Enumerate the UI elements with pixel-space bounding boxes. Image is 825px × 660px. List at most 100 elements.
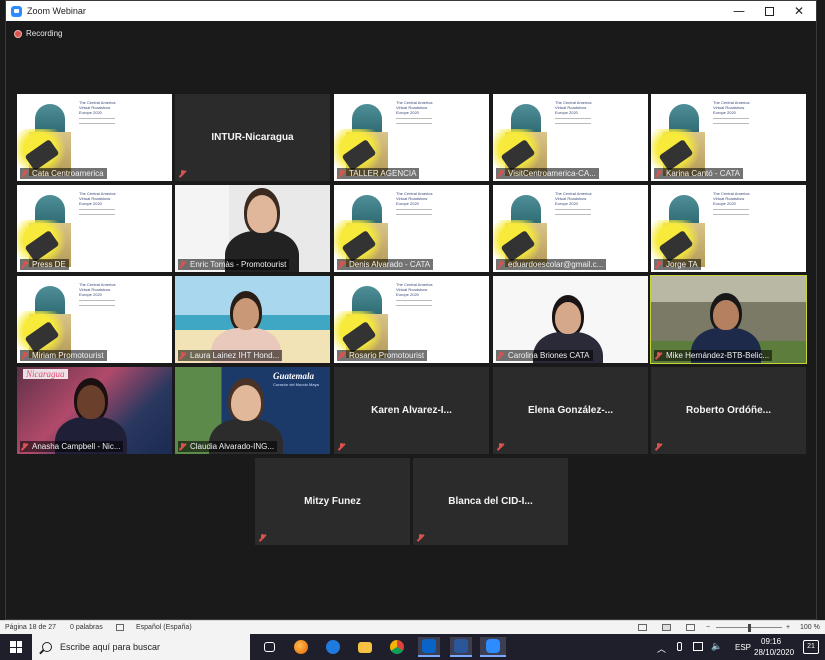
participant-tile[interactable]: Roberto Ordóñe... [651, 367, 806, 454]
participant-name-label: Anasha Campbell - Nic... [20, 441, 124, 452]
participant-tile[interactable]: Enric Tomàs - Promotourist [175, 185, 330, 272]
participant-name-label: Enric Tomàs - Promotourist [178, 259, 290, 270]
file-explorer-taskbar-app[interactable] [354, 637, 376, 657]
participant-tile[interactable]: The Central America Virtual Roadshow Europ… [17, 276, 172, 363]
participant-name: Blanca del CID-I... [448, 496, 533, 507]
proofing-icon[interactable] [116, 624, 124, 631]
muted-mic-icon [179, 261, 186, 268]
recording-icon [14, 29, 22, 38]
title-bar: Zoom Webinar — ✕ [6, 1, 816, 21]
participant-name-label: TALLER AGENCIA [337, 168, 420, 179]
zoom-icon [486, 639, 500, 653]
participant-name-label: Claudia Alvarado-ING... [178, 441, 278, 452]
participant-tile[interactable]: Elena González-... [493, 367, 648, 454]
search-placeholder: Escribe aquí para buscar [60, 642, 161, 652]
muted-mic-icon [21, 261, 28, 268]
clock-time[interactable]: 09:16 [761, 637, 781, 646]
poster-text-line3: Europe 2020 [79, 110, 102, 115]
participant-tile[interactable]: The Central America Virtual Roadshow Europ… [651, 185, 806, 272]
windows-logo-icon [10, 641, 22, 653]
muted-mic-icon [497, 170, 504, 177]
read-mode-icon[interactable] [638, 624, 647, 631]
notification-center-button[interactable]: 21 [803, 640, 819, 654]
page-count[interactable]: Página 18 de 27 [5, 624, 56, 631]
poster-text-line3: Europe 2020 [396, 110, 419, 115]
language-indicator[interactable]: Español (España) [136, 624, 192, 631]
muted-mic-icon [179, 443, 186, 450]
firefox-icon [294, 640, 308, 654]
maximize-button[interactable] [754, 1, 784, 21]
participant-name-label: VisitCentroamerica-CA... [496, 168, 599, 179]
participant-tile[interactable]: Karen Alvarez-I... [334, 367, 489, 454]
clock-date[interactable]: 28/10/2020 [754, 648, 794, 657]
microphone-icon[interactable] [677, 642, 682, 651]
chevron-up-icon[interactable]: ︿ [657, 642, 666, 655]
maximize-icon [764, 6, 774, 16]
participant-tile[interactable]: Guatemala Corazón del Mundo Maya Claudia A… [175, 367, 330, 454]
word-taskbar-app[interactable] [450, 637, 472, 657]
participant-tile[interactable]: The Central America Virtual Roadshow Europ… [493, 185, 648, 272]
participant-tile[interactable]: The Central America Virtual Roadshow Europ… [334, 276, 489, 363]
participant-tile[interactable]: Blanca del CID-I... [413, 458, 568, 545]
muted-mic-icon [655, 352, 662, 359]
participant-name: Mitzy Funez [304, 496, 361, 507]
participant-tile[interactable]: The Central America Virtual Roadshow Europ… [17, 94, 172, 181]
muted-mic-icon [21, 443, 28, 450]
search-icon [42, 642, 52, 652]
poster-text-line3: Europe 2020 [396, 201, 419, 206]
participant-name-label: Mike Hernández-BTB-Belic... [654, 350, 773, 361]
edge-taskbar-app[interactable] [322, 637, 344, 657]
start-button[interactable] [0, 634, 32, 660]
participant-name-label: Cata Centroamerica [20, 168, 107, 179]
poster-text-line3: Europe 2020 [79, 292, 102, 297]
participant-tile[interactable]: Mike Hernández-BTB-Belic... [650, 275, 807, 364]
participant-tile[interactable]: Laura Lainez IHT Hond... [175, 276, 330, 363]
recording-indicator[interactable]: Recording [14, 29, 62, 38]
participant-tile[interactable]: Carolina Briones CATA [493, 276, 648, 363]
zoom-app-icon [11, 5, 22, 17]
word-count[interactable]: 0 palabras [70, 624, 103, 631]
participant-name: Elena González-... [527, 405, 614, 416]
zoom-out-button[interactable]: − [706, 624, 710, 631]
participant-tile[interactable]: The Central America Virtual Roadshow Europ… [334, 185, 489, 272]
participant-name-label: Carolina Briones CATA [496, 350, 593, 361]
participant-tile[interactable]: The Central America Virtual Roadshow Europ… [493, 94, 648, 181]
firefox-taskbar-app[interactable] [290, 637, 312, 657]
close-button[interactable]: ✕ [784, 1, 814, 21]
print-layout-icon[interactable] [662, 624, 671, 631]
web-layout-icon[interactable] [686, 624, 695, 631]
zoom-level[interactable]: 100 % [800, 624, 820, 631]
zoom-in-button[interactable]: + [786, 624, 790, 631]
taskbar-search[interactable]: Escribe aquí para buscar [32, 634, 250, 660]
muted-mic-icon [259, 534, 266, 541]
network-icon[interactable] [693, 642, 703, 651]
participant-name-label: Karina Cantó - CATA [654, 168, 743, 179]
task-view-button[interactable] [258, 637, 280, 657]
poster-text-line3: Europe 2020 [555, 110, 578, 115]
input-language[interactable]: ESP [735, 643, 751, 652]
participant-tile[interactable]: Nicaragua Anasha Campbell - Nic... [17, 367, 172, 454]
minimize-button[interactable]: — [724, 1, 754, 21]
muted-mic-icon [655, 261, 662, 268]
muted-mic-icon [179, 170, 186, 177]
muted-mic-icon [497, 261, 504, 268]
muted-mic-icon [338, 443, 345, 450]
volume-icon[interactable]: 🔈 [711, 641, 722, 652]
muted-mic-icon [655, 170, 662, 177]
participant-tile[interactable]: INTUR-Nicaragua [175, 94, 330, 181]
taskbar: Escribe aquí para buscar ︿ 🔈 ESP 09:16 2… [0, 634, 825, 660]
muted-mic-icon [655, 443, 662, 450]
muted-mic-icon [338, 352, 345, 359]
muted-mic-icon [338, 170, 345, 177]
chrome-taskbar-app[interactable] [386, 637, 408, 657]
participant-tile[interactable]: The Central America Virtual Roadshow Europ… [334, 94, 489, 181]
zoom-slider-thumb[interactable] [748, 624, 751, 632]
window-title: Zoom Webinar [27, 6, 86, 16]
participant-tile[interactable]: Mitzy Funez [255, 458, 410, 545]
outlook-taskbar-app[interactable] [418, 637, 440, 657]
participant-name-label: eduardoescolar@gmail.c... [496, 259, 607, 270]
participant-tile[interactable]: The Central America Virtual Roadshow Europ… [651, 94, 806, 181]
zoom-taskbar-app[interactable] [480, 637, 506, 657]
participant-tile[interactable]: The Central America Virtual Roadshow Europ… [17, 185, 172, 272]
muted-mic-icon [497, 352, 504, 359]
